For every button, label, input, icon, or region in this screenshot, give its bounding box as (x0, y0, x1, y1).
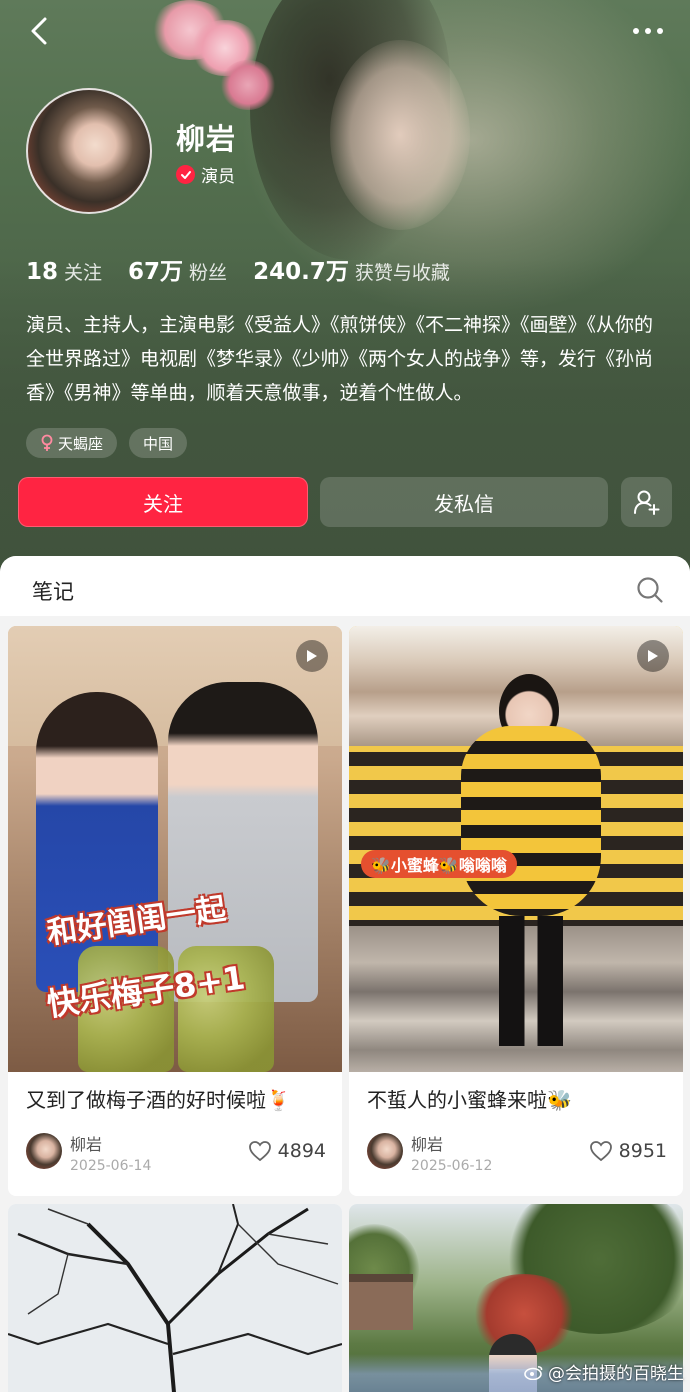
cover-text: 🐝小蜜蜂🐝嗡嗡嗡 (361, 850, 517, 878)
more-button[interactable] (628, 14, 668, 48)
note-cover-image[interactable]: 🐝小蜜蜂🐝嗡嗡嗡 (349, 626, 683, 1072)
heart-icon (248, 1141, 271, 1162)
header-background-flower (220, 60, 276, 110)
verified-badge: 演员 (176, 162, 235, 187)
note-card[interactable]: 和好闺闺一起 快乐梅子8+1 又到了做梅子酒的好时候啦🍹 柳岩 2025-06-… (8, 626, 342, 1196)
stat-label: 关注 (64, 262, 103, 284)
profile-bio: 演员、主持人，主演电影《受益人》《煎饼侠》《不二神探》《画壁》《从你的全世界路过… (26, 314, 654, 404)
follow-button[interactable]: 关注 (18, 477, 308, 527)
search-button[interactable] (636, 576, 664, 604)
author-name[interactable]: 柳岩 (70, 1131, 102, 1155)
note-cover-image[interactable]: 和好闺闺一起 快乐梅子8+1 (8, 626, 342, 1072)
profile-header: 柳岩 演员 18 关注 67万 粉丝 240.7万 获赞与收藏 演员、主持人，主… (0, 0, 690, 600)
play-icon (637, 640, 669, 672)
author-name[interactable]: 柳岩 (411, 1131, 443, 1155)
note-card[interactable] (8, 1204, 342, 1392)
note-date: 2025-06-14 (70, 1158, 152, 1174)
add-user-icon (633, 490, 659, 515)
watermark-text: @会拍摄的百晓生 (548, 1364, 684, 1384)
stat-number: 18 (26, 259, 59, 285)
note-title[interactable]: 不蜇人的小蜜蜂来啦🐝 (367, 1084, 572, 1113)
like-count: 8951 (618, 1140, 667, 1162)
notes-panel: 笔记 和好闺闺一起 快乐梅子8+1 又到了做梅子酒的好时候啦🍹 柳岩 2025-… (0, 556, 690, 1392)
stat-following[interactable]: 18 关注 (26, 258, 102, 285)
verified-label: 演员 (201, 167, 235, 187)
like-count: 4894 (277, 1140, 326, 1162)
search-icon (637, 577, 663, 603)
cover-figure-legs (499, 916, 563, 1046)
female-icon (41, 434, 53, 451)
cover-figure-bee-costume (461, 726, 601, 916)
profile-tags: 天蝎座 中国 (26, 428, 188, 458)
tag-label: 中国 (143, 434, 174, 453)
tab-bar: 笔记 (0, 556, 690, 616)
tab-notes[interactable]: 笔记 (32, 576, 74, 606)
cover-house (349, 1274, 413, 1330)
chevron-left-icon (31, 17, 47, 45)
tag-region: 中国 (129, 428, 188, 458)
note-title[interactable]: 又到了做梅子酒的好时候啦🍹 (26, 1084, 291, 1113)
watermark: @会拍摄的百晓生 (524, 1359, 684, 1384)
message-button[interactable]: 发私信 (320, 477, 608, 527)
stat-followers[interactable]: 67万 粉丝 (128, 252, 227, 286)
weibo-logo-icon (524, 1365, 543, 1380)
author-avatar[interactable] (26, 1133, 62, 1169)
like-button[interactable]: 4894 (248, 1140, 326, 1162)
header-background-face (330, 40, 470, 230)
cover-tree-branches (8, 1204, 342, 1392)
heart-icon (589, 1141, 612, 1162)
stat-likes-collects[interactable]: 240.7万 获赞与收藏 (253, 252, 450, 286)
profile-name: 柳岩 (176, 122, 237, 156)
stat-label: 粉丝 (189, 262, 228, 284)
verified-check-icon (176, 165, 195, 184)
tag-label: 天蝎座 (58, 434, 104, 453)
profile-stats: 18 关注 67万 粉丝 240.7万 获赞与收藏 (26, 252, 476, 286)
tag-zodiac: 天蝎座 (26, 428, 118, 458)
note-card[interactable]: 🐝小蜜蜂🐝嗡嗡嗡 不蜇人的小蜜蜂来啦🐝 柳岩 2025-06-12 8951 (349, 626, 683, 1196)
stat-label: 获赞与收藏 (354, 262, 450, 284)
play-icon (296, 640, 328, 672)
note-cover-image[interactable] (8, 1204, 342, 1392)
more-dots-icon (633, 28, 663, 34)
back-button[interactable] (22, 14, 56, 48)
stat-number: 240.7万 (253, 259, 349, 285)
note-date: 2025-06-12 (411, 1158, 493, 1174)
stat-number: 67万 (128, 259, 184, 285)
like-button[interactable]: 8951 (589, 1140, 667, 1162)
author-avatar[interactable] (367, 1133, 403, 1169)
avatar[interactable] (26, 88, 152, 214)
profile-actions: 关注 发私信 (18, 477, 672, 527)
add-friend-button[interactable] (621, 477, 672, 527)
